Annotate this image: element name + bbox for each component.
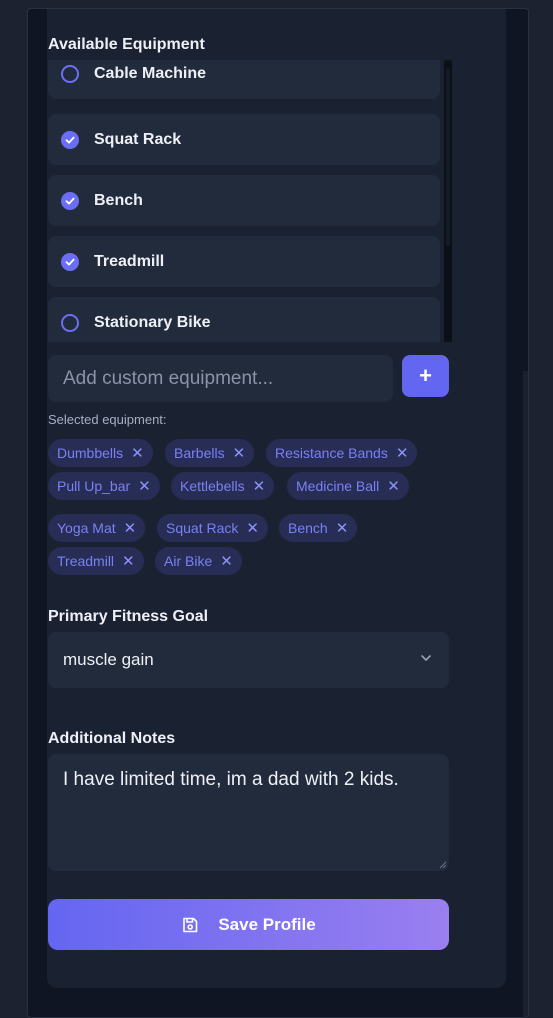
equipment-label: Available Equipment	[48, 36, 205, 53]
equipment-item-label: Cable Machine	[94, 64, 207, 82]
selected-equipment-label: Selected equipment:	[48, 412, 167, 427]
checked-circle-icon[interactable]	[61, 191, 79, 210]
additional-notes-textarea[interactable]: I have limited time, im a dad with 2 kid…	[48, 754, 449, 871]
resize-grip-icon[interactable]	[438, 860, 447, 869]
chip-label: Bench	[288, 520, 328, 536]
fitness-goal-label: Primary Fitness Goal	[48, 608, 209, 625]
equipment-chip: Barbells ✕	[165, 439, 255, 467]
equipment-item-stationary-bike[interactable]: Stationary Bike	[48, 297, 440, 342]
notes-text: I have limited time, im a dad with 2 kid…	[63, 769, 399, 790]
equipment-item-label: Stationary Bike	[94, 313, 211, 331]
fitness-goal-value: muscle gain	[63, 650, 154, 669]
equipment-chip: Treadmill ✕	[48, 547, 144, 575]
chip-label: Pull Up_bar	[57, 478, 131, 494]
equipment-item-label: Squat Rack	[94, 130, 182, 148]
equipment-item-bench[interactable]: Bench	[48, 175, 440, 226]
equipment-chip: Dumbbells ✕	[48, 439, 153, 467]
chip-label: Yoga Mat	[57, 520, 116, 536]
chip-label: Air Bike	[164, 553, 213, 569]
chip-label: Barbells	[174, 445, 225, 461]
equipment-item-label: Treadmill	[94, 252, 165, 270]
remove-chip-icon[interactable]: ✕	[122, 552, 135, 570]
equipment-item-label: Bench	[94, 191, 143, 209]
remove-chip-icon[interactable]: ✕	[396, 444, 409, 462]
equipment-item-cable-machine[interactable]: Cable Machine	[48, 60, 440, 99]
remove-chip-icon[interactable]: ✕	[233, 444, 246, 462]
equipment-chip: Bench ✕	[279, 514, 358, 542]
chip-label: Resistance Bands	[275, 445, 388, 461]
selected-equipment-chips: Dumbbells ✕ Barbells ✕ Resistance Bands ✕ P…	[48, 439, 458, 579]
save-profile-label: Save Profile	[218, 914, 316, 934]
equipment-chip: Resistance Bands ✕	[266, 439, 418, 467]
chip-label: Medicine Ball	[296, 478, 380, 494]
save-profile-button[interactable]: Save Profile	[48, 899, 449, 950]
remove-chip-icon[interactable]: ✕	[220, 552, 233, 570]
remove-chip-icon[interactable]: ✕	[124, 519, 137, 537]
chip-label: Kettlebells	[180, 478, 245, 494]
remove-chip-icon[interactable]: ✕	[253, 477, 266, 495]
remove-chip-icon[interactable]: ✕	[246, 519, 259, 537]
equipment-chip: Pull Up_bar ✕	[48, 472, 160, 500]
remove-chip-icon[interactable]: ✕	[336, 519, 349, 537]
equipment-list: Cable Machine Squat Rack Bench Treadmill…	[48, 60, 452, 342]
radio-unchecked-icon[interactable]	[61, 64, 79, 83]
remove-chip-icon[interactable]: ✕	[387, 477, 400, 495]
add-equipment-button[interactable]: +	[402, 355, 449, 397]
additional-notes-label: Additional Notes	[48, 730, 176, 747]
equipment-chip: Squat Rack ✕	[157, 514, 268, 542]
checked-circle-icon[interactable]	[61, 252, 79, 271]
chip-label: Squat Rack	[166, 520, 239, 536]
equipment-chip: Yoga Mat ✕	[48, 514, 146, 542]
chip-label: Dumbbells	[57, 445, 124, 461]
equipment-list-scroll-thumb[interactable]	[446, 68, 450, 246]
page-scrollbar[interactable]	[523, 371, 528, 1017]
remove-chip-icon[interactable]: ✕	[131, 444, 144, 462]
fitness-goal-select[interactable]: muscle gain	[48, 632, 449, 688]
equipment-item-treadmill[interactable]: Treadmill	[48, 236, 440, 287]
chip-label: Treadmill	[57, 553, 115, 569]
checked-circle-icon[interactable]	[61, 130, 79, 149]
equipment-chip: Kettlebells ✕	[171, 472, 275, 500]
chevron-down-icon	[421, 655, 431, 661]
equipment-chip: Medicine Ball ✕	[287, 472, 409, 500]
radio-unchecked-icon[interactable]	[61, 313, 79, 332]
equipment-item-squat-rack[interactable]: Squat Rack	[48, 114, 440, 165]
custom-equipment-input[interactable]	[48, 355, 393, 402]
remove-chip-icon[interactable]: ✕	[138, 477, 151, 495]
save-disk-icon	[183, 917, 198, 932]
equipment-chip: Air Bike ✕	[155, 547, 242, 575]
